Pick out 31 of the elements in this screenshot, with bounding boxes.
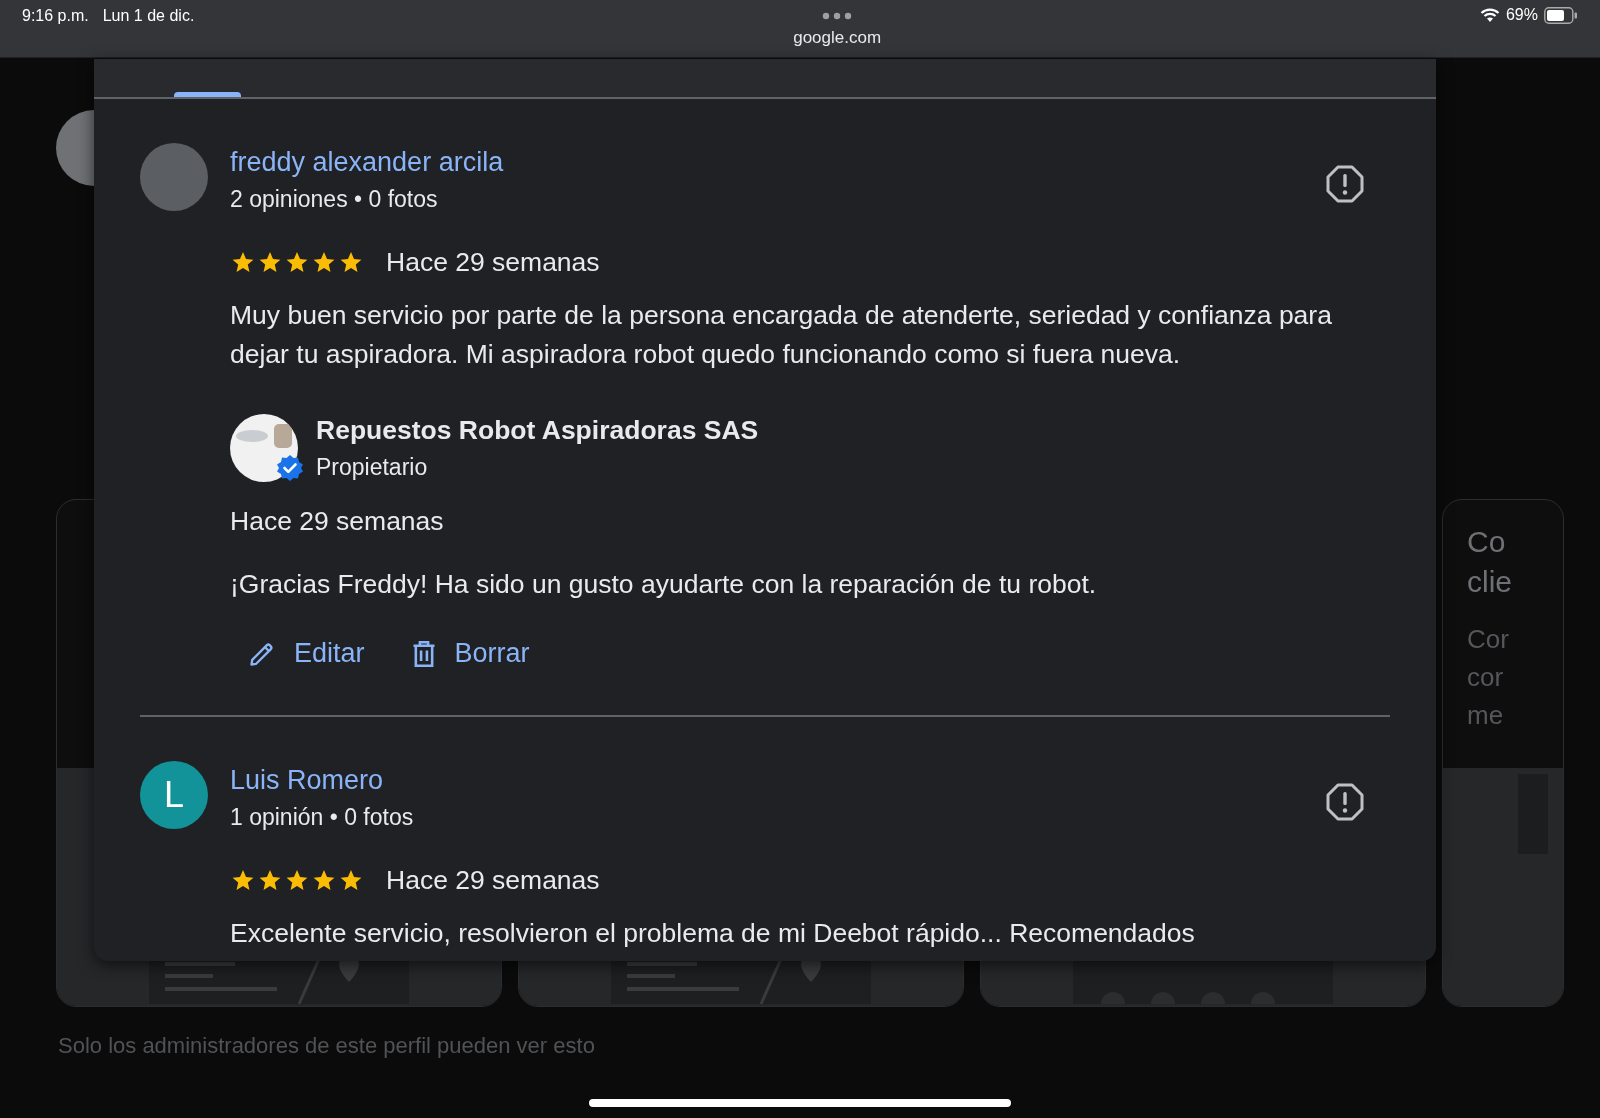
card-body-text: Cor <box>1467 623 1510 656</box>
report-icon[interactable] <box>1326 165 1364 203</box>
delete-button[interactable]: Borrar <box>404 634 536 673</box>
reviewer-name-link[interactable]: Luis Romero <box>230 765 384 796</box>
more-icon[interactable] <box>822 12 853 20</box>
review-time: Hace 29 semanas <box>386 247 600 278</box>
wifi-icon <box>1479 7 1500 23</box>
card-title-text: Co <box>1467 524 1507 560</box>
battery-percent: 69% <box>1505 6 1538 24</box>
reply-text: ¡Gracias Freddy! Ha sido un gusto ayudarte con la reparación de tu robot. <box>230 568 1098 601</box>
reviewer-name-link[interactable]: freddy alexander arcila <box>230 147 504 178</box>
owner-role: Propietario <box>316 454 428 481</box>
review-text: Excelente servicio, resolvieron el problema de mi Deebot rápido... Recomendados <box>230 917 1196 950</box>
address-text[interactable]: google.com <box>793 28 882 48</box>
reviewer-meta: 2 opiniones • 0 fotos <box>230 186 438 213</box>
card-title-text: clie <box>1467 564 1513 600</box>
review-text: Muy buen servicio por parte de la persona encargada de atenderte, seriedad y confianza para dejar tu aspiradora. Mi aspiradora robot quedo funcionando como si fuera nueva. <box>230 299 1333 371</box>
status-date: Lun 1 de dic. <box>102 7 195 25</box>
review-time: Hace 29 semanas <box>386 865 600 896</box>
reviewer-meta: 1 opinión • 0 fotos <box>230 804 414 831</box>
admin-note: Solo los administradores de este perfil pueden ver esto <box>58 1033 596 1059</box>
owner-name: Repuestos Robot Aspiradoras SAS <box>316 415 759 446</box>
card-body-text: cor <box>1467 661 1505 694</box>
battery-icon <box>1544 6 1578 24</box>
letter-avatar[interactable]: L <box>140 761 208 829</box>
status-time: 9:16 p.m. <box>22 7 89 25</box>
card-body-text: me <box>1467 699 1505 732</box>
reply-time: Hace 29 semanas <box>230 506 445 537</box>
report-icon[interactable] <box>1326 783 1364 821</box>
tab-indicator <box>174 92 241 97</box>
edit-button[interactable]: Editar <box>242 634 371 673</box>
